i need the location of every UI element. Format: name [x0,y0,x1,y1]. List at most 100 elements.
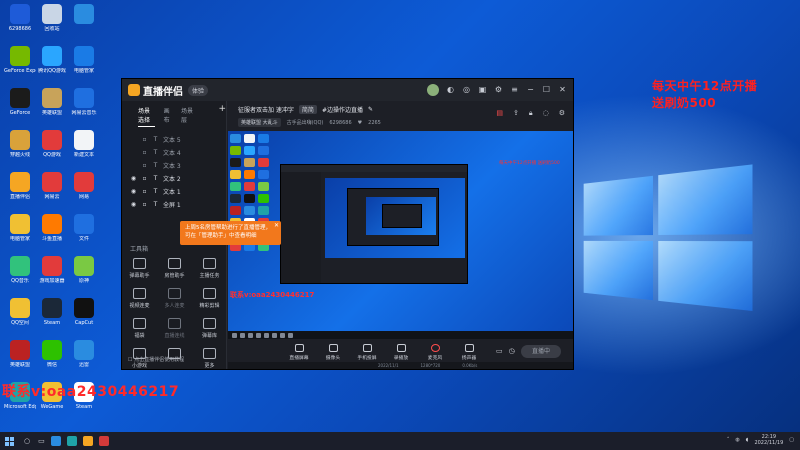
close-icon[interactable]: ✕ [558,85,567,95]
desktop-icon[interactable]: GeForce [4,88,36,116]
layer-item[interactable]: ▫ T 文本 5 [122,133,226,146]
category-chip[interactable]: 英雄联盟 大乱斗 [238,118,281,127]
eye-icon[interactable]: ◉ [130,175,137,182]
desktop-icon[interactable]: 腾讯QQ游戏 [36,46,68,74]
bell-icon[interactable]: ◎ [462,85,471,95]
taskbar-app-icon[interactable] [82,436,93,446]
desktop-icon[interactable]: Steam [36,298,68,326]
desktop-icon[interactable]: 网易 [68,172,100,200]
desktop-icon[interactable]: 文件 [68,214,100,242]
settings-icon[interactable]: ⚙ [559,109,565,118]
start-button[interactable] [0,432,18,450]
add-source-icon[interactable]: + [218,105,226,127]
room-topic[interactable]: #边操作边直播 [322,105,363,114]
close-icon[interactable]: ✕ [274,222,279,230]
tool-button[interactable]: 弹幕助手 [122,258,157,279]
desktop-icon[interactable]: 原神 [68,256,100,284]
taskbar-app-icon[interactable] [66,436,77,446]
desktop-icon[interactable]: CapCut [68,298,100,326]
lock-icon[interactable]: ▫ [141,188,148,195]
settings-icon[interactable]: ⚙ [494,85,503,95]
eye-icon[interactable]: ◉ [130,201,137,208]
desktop-icon[interactable]: 电脑管家 [4,214,36,242]
mute-icon[interactable]: ◌ [543,109,549,118]
tutorial-link[interactable]: ☐ 点击直播伴侣使用教程 [128,356,184,363]
desktop-icon[interactable]: 回收站 [36,4,68,32]
desktop-icon[interactable]: 网易云 [36,172,68,200]
network-icon[interactable]: ◍ [735,437,739,443]
clock[interactable]: 22:19 2022/11/19 [754,434,783,446]
tool-button[interactable]: 多人连麦 [157,288,192,309]
desktop-icon[interactable]: 网易云音乐 [68,88,100,116]
desktop-icon[interactable]: 新建文本 [68,130,100,158]
menu-icon[interactable]: ≡ [510,85,519,95]
control-button[interactable]: 麦克风 [422,344,448,361]
desktop-icon[interactable]: 英雄联盟 [4,340,36,368]
tool-button[interactable]: 视频连麦 [122,288,157,309]
layer-item[interactable]: ◉ ▫ T 文本 1 [122,185,226,198]
avatar[interactable] [427,84,439,96]
lock-icon[interactable]: 🔒︎ [529,109,533,118]
desktop-icon[interactable]: QQ游戏 [36,130,68,158]
notice-icon[interactable]: ▤ [496,109,503,118]
taskbar-app-icon[interactable] [98,436,109,446]
eye-icon[interactable]: ◉ [130,188,137,195]
edit-icon[interactable]: ✎ [368,106,373,113]
tab-canvas[interactable]: 画布 [164,106,172,127]
lock-icon[interactable]: ▫ [141,136,148,143]
layer-item[interactable]: ◉ ▫ T 文本 2 [122,172,226,185]
desktop-icon[interactable]: 微信 [36,340,68,368]
search-icon[interactable]: ○ [24,437,30,445]
desktop-icon[interactable]: 直播伴侣 [4,172,36,200]
control-button[interactable]: 手机投屏 [354,344,380,361]
desktop-icon[interactable] [68,4,100,26]
layer-item[interactable]: ▫ T 文本 3 [122,159,226,172]
notification-icon[interactable]: ▢ [789,437,794,443]
gift-icon[interactable]: ▣ [478,85,487,95]
headset-icon[interactable]: ◐ [446,85,455,95]
room-tag[interactable]: 简简 [298,105,317,114]
desktop-icon[interactable]: 斗鱼直播 [36,214,68,242]
desktop-icon[interactable]: 英雄联盟 [36,88,68,116]
timer-icon[interactable]: ◷ [509,347,515,355]
desktop-icon[interactable]: QQ音乐 [4,256,36,284]
room-title[interactable]: 征服者双击加 速冲字 [238,105,294,114]
lock-icon[interactable]: ▫ [141,201,148,208]
desktop-icon[interactable]: 电脑管家 [68,46,100,74]
lock-icon[interactable]: ▫ [141,149,148,156]
desktop-icon[interactable]: QQ空间 [4,298,36,326]
tab-scene-select[interactable]: 场景选择 [138,106,155,127]
tool-button[interactable]: 弹幕库 [192,318,227,339]
share-icon[interactable]: ⇪ [513,109,519,118]
control-button[interactable]: 直播屏幕 [286,344,312,361]
volume-icon[interactable]: ◖ [746,437,749,443]
desktop-icon[interactable]: 穿越火线 [4,130,36,158]
go-live-button[interactable]: 直播中 [521,345,561,358]
camera-icon[interactable]: ▭ [496,347,503,355]
tool-button[interactable]: 更多 [192,348,227,369]
control-button[interactable]: 摄像头 [320,344,346,361]
tool-button[interactable]: 精彩剪辑 [192,288,227,309]
tool-button[interactable]: 主播任务 [192,258,227,279]
layer-item[interactable]: ◉ ▫ T 全屏 1 [122,198,226,211]
tool-button[interactable]: 房管助手 [157,258,192,279]
tool-button[interactable]: 福袋 [122,318,157,339]
control-button[interactable]: 扬声器 [456,344,482,361]
control-button[interactable]: 录播放 [388,344,414,361]
tab-scene-layer[interactable]: 场景层 [181,106,193,127]
app-icon [74,340,94,360]
task-view-icon[interactable]: ▭ [38,437,45,445]
minimize-icon[interactable]: − [526,85,535,95]
desktop-icon[interactable]: GeForce Experience [4,46,36,74]
tool-button[interactable]: 直播连线 [157,318,192,339]
desktop-icon[interactable]: 游戏加速器 [36,256,68,284]
chevron-up-icon[interactable]: ˄ [727,437,730,443]
desktop-icon[interactable]: 迅雷 [68,340,100,368]
lock-icon[interactable]: ▫ [141,162,148,169]
desktop-icon[interactable]: 6298686 [4,4,36,32]
lock-icon[interactable]: ▫ [141,175,148,182]
layer-item[interactable]: ▫ T 文本 4 [122,146,226,159]
app-version-badge[interactable]: 体验 [188,84,209,96]
taskbar-app-icon[interactable] [50,436,61,446]
maximize-icon[interactable]: ☐ [542,85,551,95]
